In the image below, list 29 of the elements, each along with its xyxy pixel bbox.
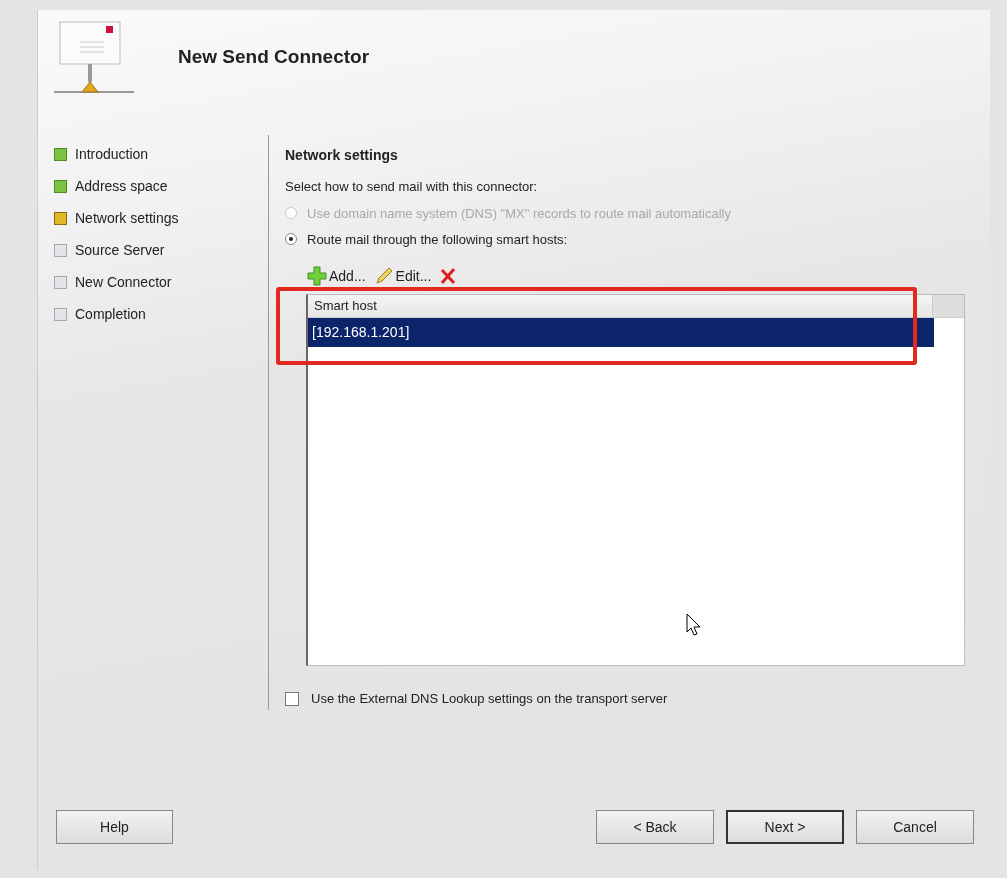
- list-row[interactable]: [192.168.1.201]: [308, 318, 934, 347]
- cursor-icon: [686, 613, 702, 637]
- edit-button[interactable]: Edit...: [373, 266, 432, 286]
- step-label: New Connector: [75, 274, 172, 290]
- help-button[interactable]: Help: [56, 810, 173, 844]
- external-dns-checkbox[interactable]: Use the External DNS Lookup settings on the transport server: [285, 691, 990, 706]
- step-status-icon: [54, 211, 67, 225]
- next-button[interactable]: Next >: [726, 810, 844, 844]
- section-title: Network settings: [285, 147, 399, 163]
- step-status-icon: [54, 179, 67, 193]
- cross-icon: [439, 267, 458, 285]
- window-title: New Send Connector: [178, 45, 370, 68]
- remove-button[interactable]: [439, 267, 458, 285]
- step-status-icon: [54, 275, 67, 289]
- plus-icon: [307, 266, 327, 286]
- step-label: Introduction: [75, 146, 149, 162]
- step-label: Completion: [75, 306, 146, 322]
- step-label: Address space: [75, 178, 168, 194]
- back-button[interactable]: < Back: [596, 810, 714, 844]
- step-status-icon: [54, 243, 67, 257]
- step-status-icon: [54, 307, 67, 321]
- pencil-icon: [373, 266, 394, 286]
- prompt-text: Select how to send mail with this connector:: [285, 179, 539, 194]
- cancel-button[interactable]: Cancel: [856, 810, 974, 844]
- step-status-icon: [54, 147, 67, 161]
- radio-option[interactable]: Route mail through the following smart hosts:: [285, 226, 990, 252]
- add-button[interactable]: Add...: [307, 266, 366, 286]
- step-label: Network settings: [75, 210, 179, 226]
- step-label: Source Server: [75, 242, 165, 258]
